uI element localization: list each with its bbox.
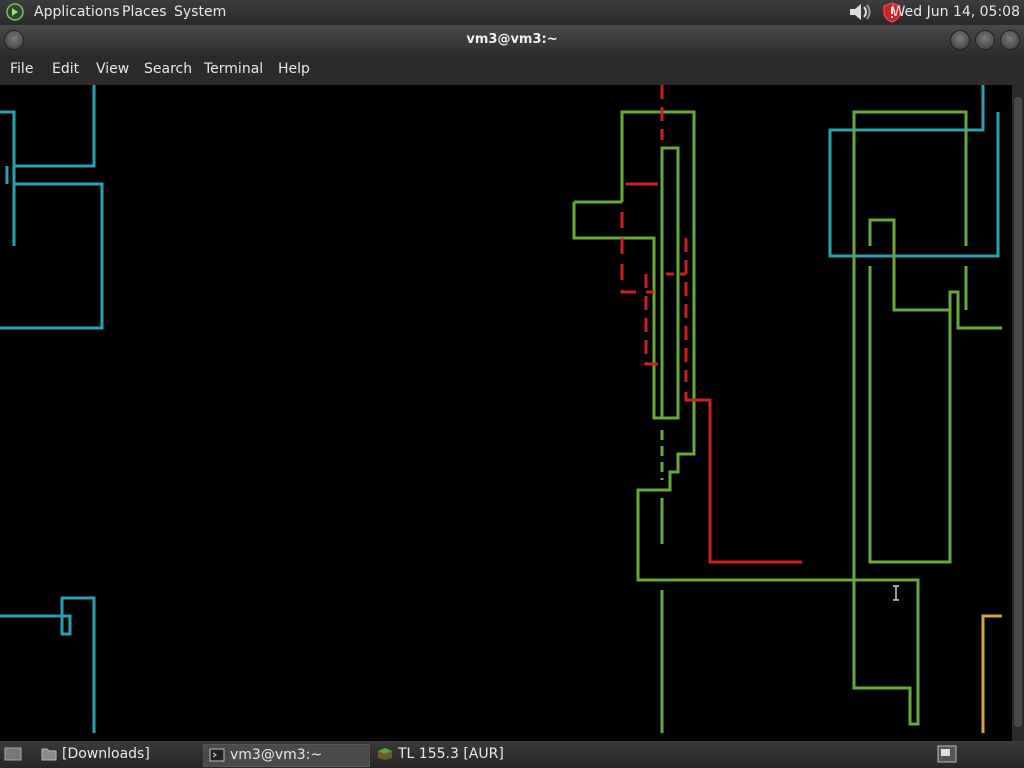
menu-applications[interactable]: Applications	[34, 4, 120, 20]
menu-file[interactable]: File	[10, 61, 33, 77]
task-terminal[interactable]: vm3@vm3:~	[203, 744, 370, 767]
minimize-button[interactable]	[950, 30, 970, 50]
maximize-button[interactable]	[975, 30, 995, 50]
blue-pipe	[14, 85, 96, 168]
green-pipe	[868, 218, 1002, 330]
terminal-area[interactable]	[0, 85, 1012, 741]
menu-view[interactable]: View	[96, 61, 129, 77]
menu-help[interactable]: Help	[278, 61, 310, 77]
terminal-icon	[209, 748, 225, 762]
menu-places[interactable]: Places	[122, 4, 167, 20]
yellow-pipes	[981, 614, 1002, 733]
menu-edit[interactable]: Edit	[52, 61, 79, 77]
menu-search[interactable]: Search	[144, 61, 192, 77]
terminal-scrollbar[interactable]	[1012, 85, 1024, 741]
red-pipe	[620, 212, 654, 294]
window-title: vm3@vm3:~	[466, 32, 558, 47]
ibeam-cursor-icon	[893, 585, 899, 601]
show-desktop-icon[interactable]	[4, 746, 22, 762]
green-pipe	[572, 146, 680, 420]
blue-pipe	[0, 596, 96, 733]
top-panel: Applications Places System Wed Jun 14, 0…	[0, 0, 1024, 25]
task-label: [Downloads]	[62, 746, 150, 762]
blue-pipes	[0, 85, 1000, 733]
task-label: TL 155.3 [AUR]	[398, 746, 504, 762]
pipes-drawing	[0, 85, 1002, 733]
volume-icon[interactable]	[848, 2, 872, 22]
task-minecraft[interactable]: TL 155.3 [AUR]	[372, 744, 552, 765]
close-button[interactable]	[1000, 30, 1020, 50]
workspace-switcher-icon[interactable]	[937, 745, 957, 763]
folder-icon	[41, 748, 57, 761]
gnome-foot-icon[interactable]	[6, 3, 24, 21]
window-titlebar[interactable]: vm3@vm3:~	[0, 25, 1024, 55]
minecraft-block-icon	[378, 748, 392, 760]
terminal-menubar: File Edit View Search Terminal Help	[0, 55, 1024, 85]
task-downloads[interactable]: [Downloads]	[36, 744, 196, 765]
green-pipes	[572, 110, 1002, 733]
bottom-panel: [Downloads] vm3@vm3:~ TL 155.3 [AUR]	[0, 741, 1024, 768]
task-label: vm3@vm3:~	[230, 747, 323, 763]
yellow-pipe	[981, 614, 1002, 733]
menu-system[interactable]: System	[174, 4, 226, 20]
red-pipe	[644, 274, 658, 366]
clock[interactable]: Wed Jun 14, 05:08	[892, 4, 1020, 20]
scrollbar-thumb[interactable]	[1014, 97, 1022, 727]
red-pipe	[684, 392, 802, 564]
menu-terminal[interactable]: Terminal	[204, 61, 263, 77]
